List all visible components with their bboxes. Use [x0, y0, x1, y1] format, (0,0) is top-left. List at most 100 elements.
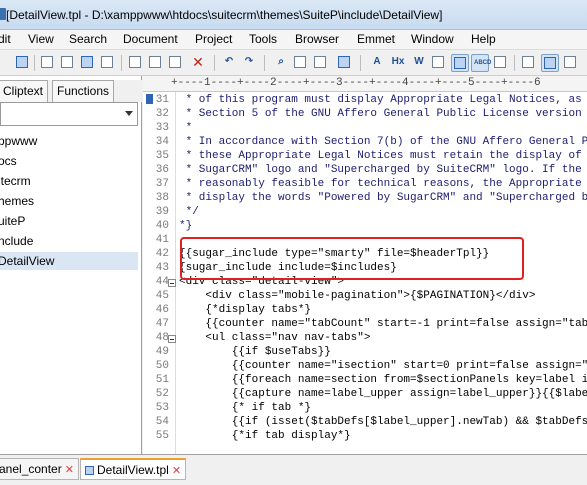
line-number: 47 — [155, 318, 169, 330]
document-tabs: anel_conter ✕ DetailView.tpl ✕ — [0, 454, 587, 485]
menu-help[interactable]: Help — [471, 32, 496, 46]
tree-item[interactable]: uiteP — [0, 212, 25, 230]
toolbar-separator — [514, 55, 515, 71]
clipboard-icon[interactable] — [562, 54, 580, 72]
tree-item[interactable]: ppwww — [0, 132, 37, 150]
column-mode-icon[interactable] — [451, 54, 469, 72]
code-line[interactable]: <div class="mobile-pagination">{$PAGINAT… — [179, 290, 535, 304]
replace-icon[interactable] — [292, 54, 310, 72]
code-line[interactable]: * these Appropriate Legal Notices must r… — [179, 150, 587, 164]
copy-icon[interactable] — [147, 54, 165, 72]
panel-tabs: Cliptext Functions — [0, 80, 142, 102]
title-bar: [DetailView.tpl - D:\xamppwww\htdocs\sui… — [0, 0, 587, 30]
code-line[interactable]: * — [179, 122, 193, 136]
save-all-icon[interactable] — [39, 54, 57, 72]
code-line[interactable]: * display the words "Powered by SugarCRM… — [179, 192, 587, 206]
find-icon[interactable]: ⌕ — [272, 54, 290, 72]
print-icon[interactable] — [59, 54, 77, 72]
code-line[interactable]: {*if tab display*} — [179, 430, 351, 444]
font-icon[interactable]: A — [368, 54, 386, 72]
preview-icon[interactable] — [99, 54, 117, 72]
doc-tab-detailview[interactable]: DetailView.tpl ✕ — [80, 458, 187, 480]
doc-tab-label: DetailView.tpl — [97, 463, 169, 477]
column-ruler: +----1----+----2----+----3----+----4----… — [143, 76, 587, 92]
line-number: 44 — [155, 276, 169, 288]
line-number: 36 — [155, 164, 169, 176]
line-number: 32 — [155, 108, 169, 120]
menu-project[interactable]: Project — [195, 32, 232, 46]
code-line[interactable]: <ul class="nav nav-tabs"> — [179, 332, 370, 346]
save-icon[interactable] — [14, 54, 32, 72]
line-number: 31 — [155, 94, 169, 106]
code-line[interactable]: {* if tab *} — [179, 402, 311, 416]
cut-icon[interactable] — [127, 54, 145, 72]
tree-item-selected[interactable]: DetailView — [0, 252, 138, 270]
menu-browser[interactable]: Browser — [295, 32, 339, 46]
close-icon[interactable]: ✕ — [65, 464, 74, 476]
word-wrap-icon[interactable]: W — [410, 54, 428, 72]
code-line[interactable]: */ — [179, 206, 199, 220]
undo-icon[interactable]: ↶ — [220, 54, 238, 72]
folder-dropdown[interactable] — [0, 102, 138, 126]
output-icon[interactable] — [541, 54, 559, 72]
tab-functions[interactable]: Functions — [52, 80, 115, 102]
code-line[interactable]: *} — [179, 220, 192, 234]
find-in-files-icon[interactable] — [312, 54, 330, 72]
tab-cliptext[interactable]: Cliptext — [0, 80, 49, 102]
menu-window[interactable]: Window — [411, 32, 454, 46]
tree-item[interactable]: itecrm — [0, 172, 31, 190]
code-line[interactable]: {*display tabs*} — [179, 304, 311, 318]
close-icon[interactable]: ✕ — [172, 465, 181, 477]
menu-tools[interactable]: Tools — [249, 32, 277, 46]
toolbar: ✕ ↶ ↷ ⌕ A Hx W ABCD — [0, 50, 587, 76]
line-number: 51 — [155, 374, 169, 386]
menu-edit[interactable]: dit — [0, 32, 11, 46]
code-line[interactable]: {{counter name="isection" start=0 print=… — [179, 360, 587, 374]
code-line[interactable]: * In accordance with Section 7(b) of the… — [179, 136, 587, 150]
menu-search[interactable]: Search — [69, 32, 107, 46]
go-to-icon[interactable] — [336, 54, 354, 72]
code-line[interactable]: * reasonably feasible for technical reas… — [179, 178, 587, 192]
line-number: 38 — [155, 192, 169, 204]
paste-icon[interactable] — [167, 54, 185, 72]
settings-icon[interactable] — [492, 54, 510, 72]
redo-icon[interactable]: ↷ — [240, 54, 258, 72]
line-number: 54 — [155, 416, 169, 428]
tree-item[interactable]: nclude — [0, 232, 33, 250]
menu-view[interactable]: View — [28, 32, 54, 46]
spellcheck-icon[interactable] — [79, 54, 97, 72]
code-line[interactable]: {{foreach name=section from=$sectionPane… — [179, 374, 587, 388]
code-line[interactable]: * of this program must display Appropria… — [179, 94, 587, 108]
line-number: 34 — [155, 136, 169, 148]
left-panel: Cliptext Functions ppwww ocs itecrm heme… — [0, 76, 142, 454]
code-line[interactable]: {{counter name="tabCount" start=-1 print… — [179, 318, 587, 332]
line-number-gutter: 31 32 33 34 35 36 37 38 39 40 41 42 43 44 45 46 47 48 49 50… — [143, 92, 176, 454]
line-number: 39 — [155, 206, 169, 218]
code-line[interactable]: {{capture name=label_upper assign=label_… — [179, 388, 587, 402]
code-line[interactable]: * Section 5 of the GNU Affero General Pu… — [179, 108, 587, 122]
hex-label: Hx — [391, 56, 405, 67]
indent-icon[interactable] — [430, 54, 448, 72]
view-icon[interactable] — [520, 54, 538, 72]
abcd-icon[interactable]: ABCD — [471, 54, 492, 72]
line-number: 49 — [155, 346, 169, 358]
toolbar-separator — [264, 55, 265, 71]
toolbar-separator — [121, 55, 122, 71]
fold-toggle-icon[interactable] — [168, 335, 176, 343]
code-line[interactable]: * SugarCRM" logo and "Supercharged by Su… — [179, 164, 587, 178]
doc-tab-panel-content[interactable]: anel_conter ✕ — [0, 458, 79, 480]
line-number: 43 — [155, 262, 169, 274]
tree-item[interactable]: hemes — [0, 192, 34, 210]
code-line[interactable]: {{if $useTabs}} — [179, 346, 331, 360]
code-line[interactable]: {{if (isset($tabDefs[$label_upper].newTa… — [179, 416, 587, 430]
line-number: 46 — [155, 304, 169, 316]
delete-icon[interactable]: ✕ — [190, 54, 208, 72]
tree-item[interactable]: ocs — [0, 152, 17, 170]
fold-toggle-icon[interactable] — [168, 279, 176, 287]
line-number: 41 — [155, 234, 169, 246]
menu-document[interactable]: Document — [123, 32, 178, 46]
line-number: 45 — [155, 290, 169, 302]
menu-emmet[interactable]: Emmet — [357, 32, 395, 46]
hex-icon[interactable]: Hx — [389, 54, 407, 72]
abcd-label: ABCD — [474, 60, 492, 66]
